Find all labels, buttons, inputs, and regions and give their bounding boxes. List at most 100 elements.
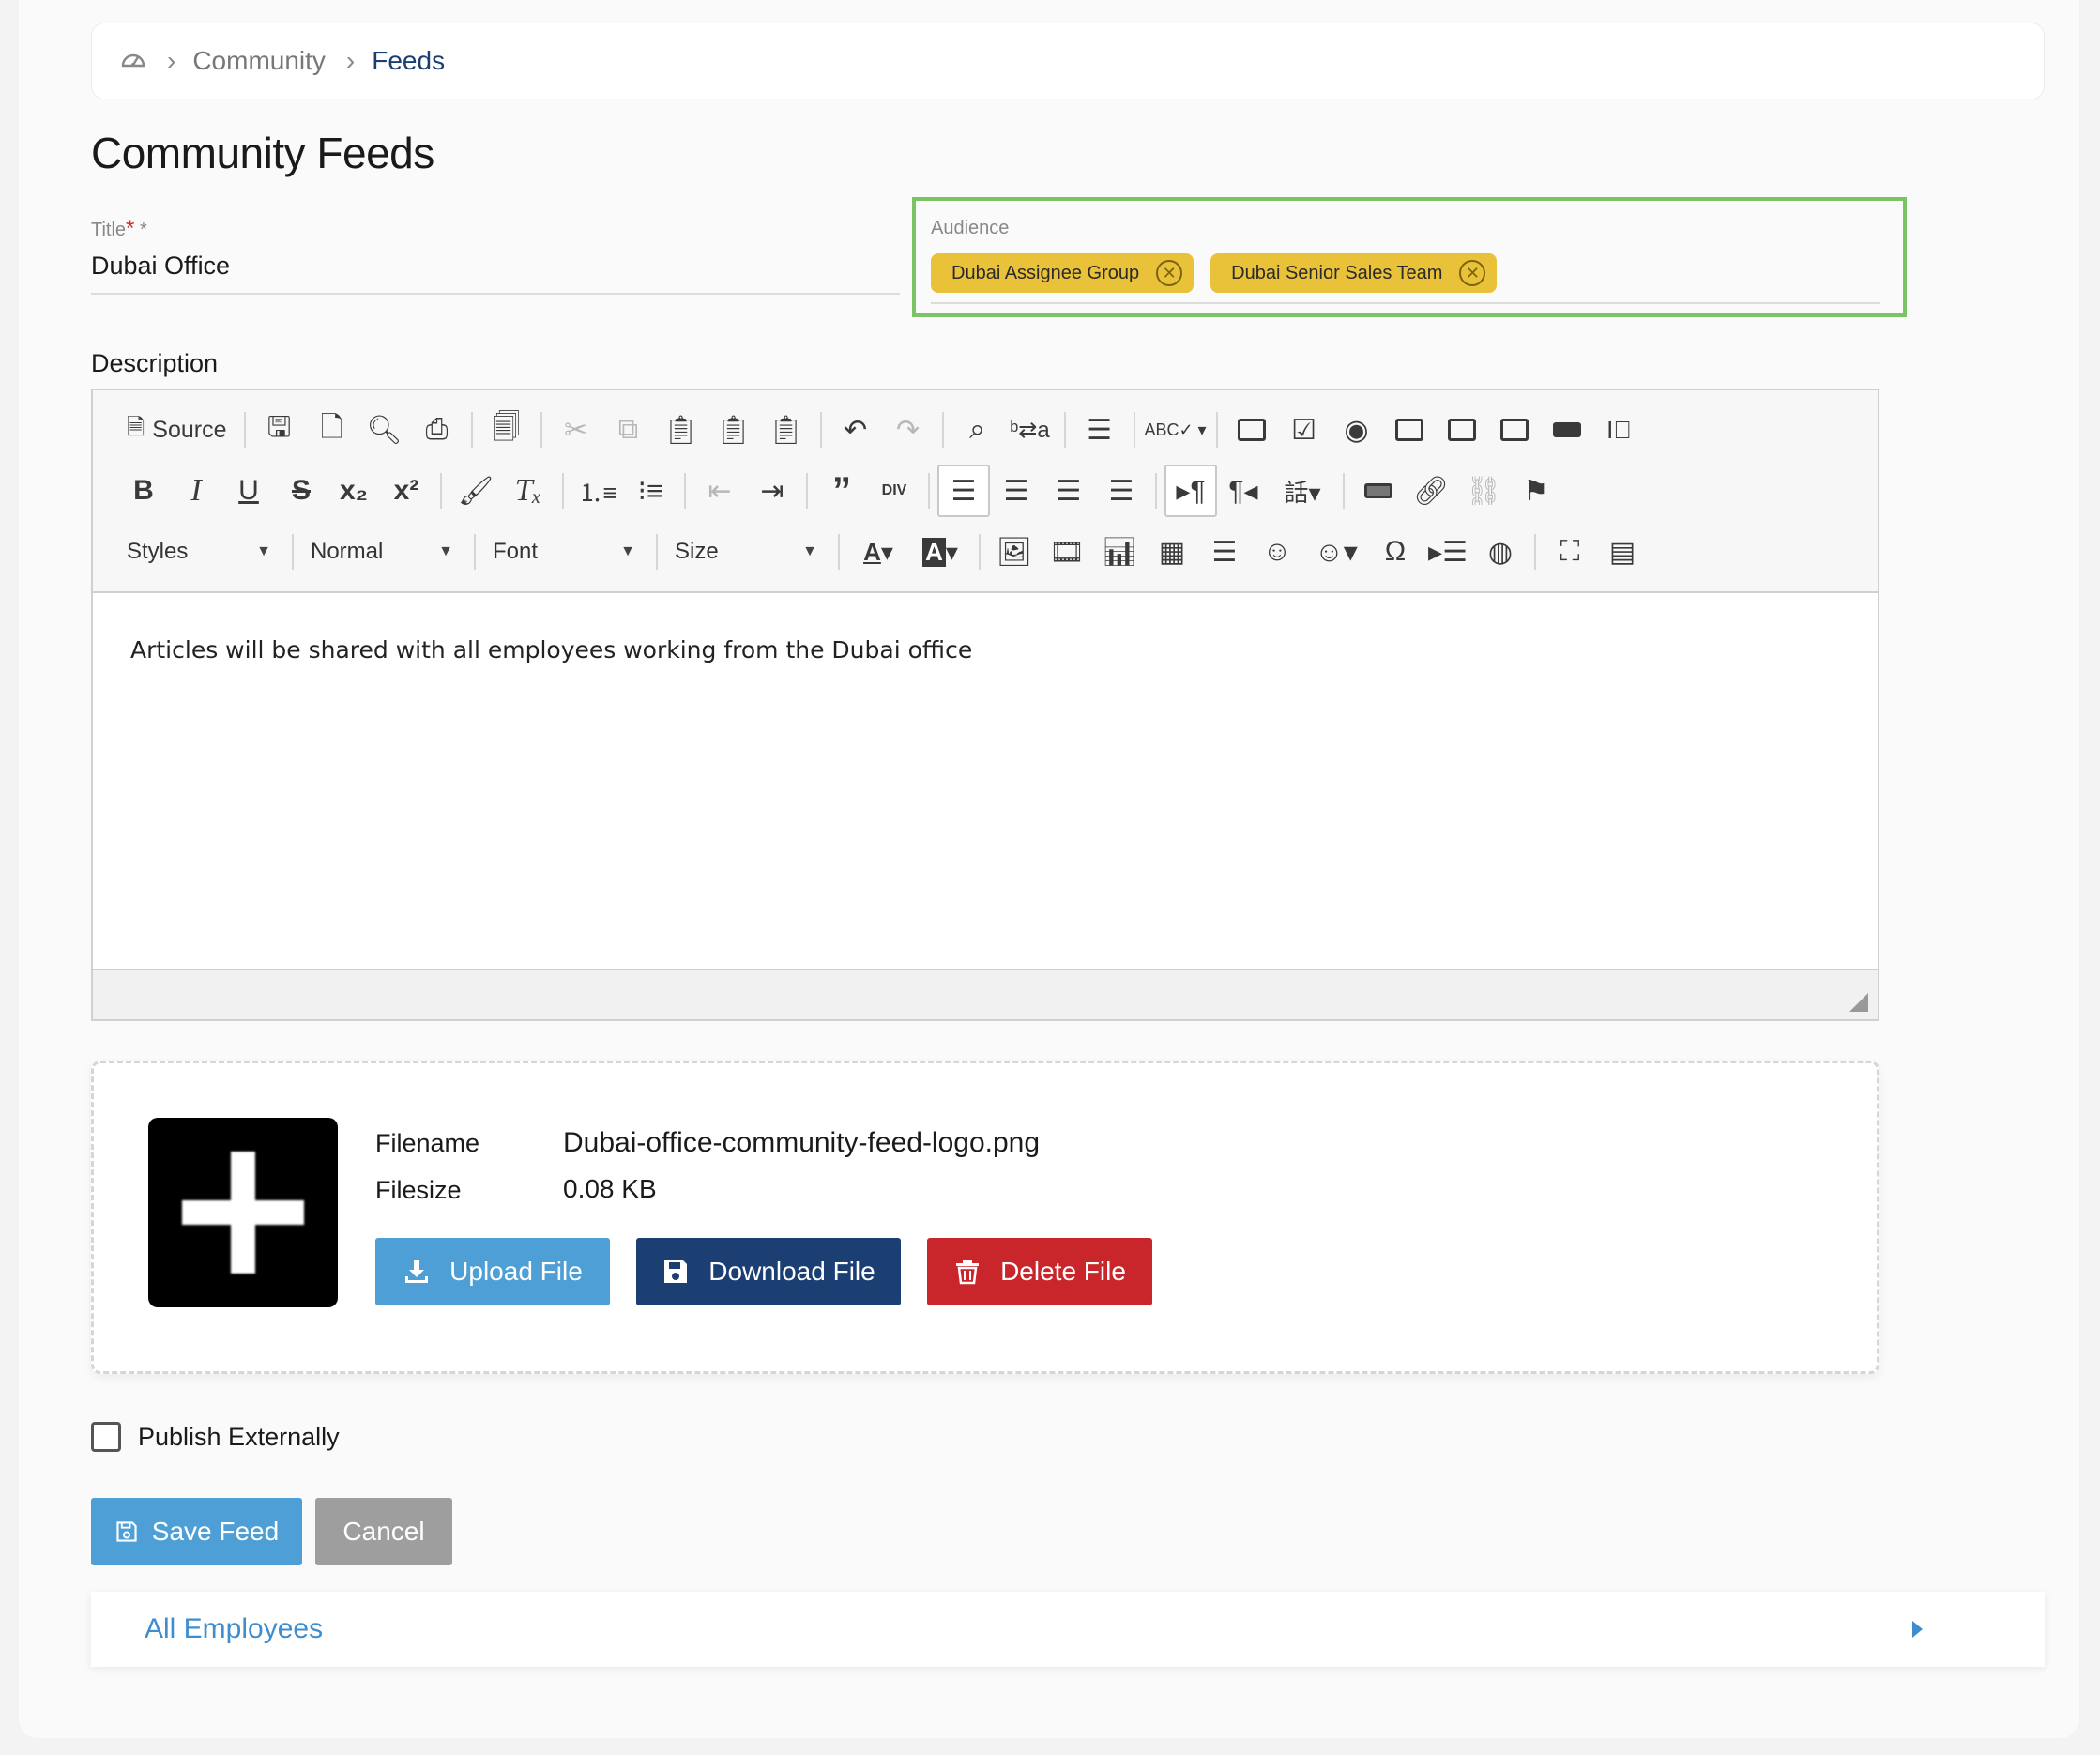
align-center-icon[interactable]: ☰ — [990, 465, 1042, 517]
audience-underline — [931, 302, 1880, 304]
print-icon[interactable]: ⎙ — [411, 404, 464, 456]
delete-file-button[interactable]: Delete File — [927, 1238, 1152, 1305]
title-input[interactable]: Dubai Office — [91, 252, 230, 281]
image-button-icon[interactable]: I⃫ — [1593, 404, 1646, 456]
redo-icon[interactable]: ↷ — [882, 404, 935, 456]
caret-down-icon: ▼ — [256, 543, 271, 559]
spellcheck-icon[interactable]: ABC✓ ▾ — [1143, 404, 1209, 456]
copy-format-icon[interactable]: 🖌︎ — [449, 465, 502, 517]
cut-icon[interactable]: ✂ — [550, 404, 602, 456]
language-icon[interactable]: 話▾ — [1270, 465, 1335, 517]
dashboard-icon[interactable] — [120, 49, 146, 74]
caret-down-icon: ▼ — [802, 543, 817, 559]
bold-icon[interactable]: B — [117, 465, 170, 517]
chevron-right-icon: › — [345, 46, 356, 75]
select-all-icon[interactable]: ☰ — [1073, 404, 1126, 456]
background-color-icon[interactable]: A ▾ — [909, 526, 971, 578]
align-left-icon[interactable]: ☰ — [937, 465, 990, 517]
link-icon[interactable]: 🔗︎ — [1405, 465, 1457, 517]
subscript-icon[interactable]: x₂ — [327, 465, 380, 517]
format-dropdown[interactable]: Normal ▼ — [301, 528, 466, 575]
blockquote-icon[interactable]: ” — [815, 465, 868, 517]
new-page-icon[interactable]: 🗋 — [306, 404, 358, 456]
page-title: Community Feeds — [91, 129, 434, 177]
smiley-icon[interactable]: ☺ — [1251, 526, 1303, 578]
iframe-icon[interactable]: ◍ — [1474, 526, 1527, 578]
preview-icon[interactable]: 🔍︎ — [358, 404, 411, 456]
publish-externally-label: Publish Externally — [138, 1422, 340, 1451]
audience-field[interactable]: Audience Dubai Assignee Group ✕ Dubai Se… — [912, 197, 1907, 317]
radio-icon[interactable]: ◉ — [1331, 404, 1383, 456]
indent-icon[interactable]: ⇥ — [746, 465, 799, 517]
editor-toolbar: 🗎 Source 🖫 🗋 🔍︎ ⎙ 🗐 ✂ ⧉ 📋︎ 📋︎ 📋︎ ↶ ↷ ⌕ ᵇ… — [93, 390, 1878, 593]
cancel-button[interactable]: Cancel — [315, 1498, 452, 1565]
horizontal-line-icon[interactable]: ☰ — [1198, 526, 1251, 578]
file-thumbnail — [148, 1118, 338, 1307]
size-dropdown[interactable]: Size ▼ — [665, 528, 830, 575]
source-button[interactable]: 🗎 Source — [117, 404, 236, 456]
form-icon[interactable] — [1225, 404, 1278, 456]
align-right-icon[interactable]: ☰ — [1042, 465, 1095, 517]
save-feed-button[interactable]: Save Feed — [91, 1498, 302, 1565]
special-char-icon[interactable]: Ω — [1369, 526, 1422, 578]
styles-dropdown[interactable]: Styles ▼ — [117, 528, 284, 575]
editor-content[interactable]: Articles will be shared with all employe… — [130, 636, 972, 664]
editor-footer — [93, 969, 1878, 1019]
justify-icon[interactable]: ☰ — [1095, 465, 1148, 517]
all-employees-accordion[interactable]: All Employees — [91, 1592, 2045, 1667]
publish-externally-checkbox[interactable] — [91, 1422, 121, 1452]
emoji-icon[interactable]: ☺▾ — [1303, 526, 1369, 578]
font-dropdown[interactable]: Font ▼ — [483, 528, 648, 575]
text-field-icon[interactable] — [1383, 404, 1436, 456]
remove-chip-icon[interactable]: ✕ — [1459, 260, 1486, 286]
source-icon: 🗎 — [127, 414, 145, 440]
flash-icon[interactable]: 🎞︎ — [1041, 526, 1093, 578]
paste-text-icon[interactable]: 📋︎ — [708, 404, 760, 456]
button-field-icon[interactable] — [1541, 404, 1593, 456]
upload-file-button[interactable]: Upload File — [375, 1238, 610, 1305]
save-icon[interactable]: 🖫 — [253, 404, 306, 456]
text-direction-rtl-icon[interactable]: ¶◂ — [1217, 465, 1270, 517]
page-break-icon[interactable]: ▸☰ — [1422, 526, 1474, 578]
templates-icon[interactable]: 🗐 — [480, 404, 533, 456]
image-icon[interactable]: 🖼︎ — [988, 526, 1041, 578]
publish-externally-option: Publish Externally — [91, 1422, 340, 1452]
save-icon — [116, 1521, 137, 1542]
filename-label: Filename — [375, 1129, 480, 1157]
div-container-icon[interactable]: DIV — [868, 465, 921, 517]
paste-icon[interactable]: 📋︎ — [655, 404, 708, 456]
replace-icon[interactable]: ᵇ⇄a — [1004, 404, 1057, 456]
chart-icon[interactable]: 📊︎ — [1093, 526, 1146, 578]
italic-icon[interactable]: I — [170, 465, 222, 517]
textarea-icon[interactable] — [1436, 404, 1488, 456]
remove-chip-icon[interactable]: ✕ — [1156, 260, 1183, 286]
superscript-icon[interactable]: x² — [380, 465, 433, 517]
download-file-button[interactable]: Download File — [636, 1238, 901, 1305]
bulleted-list-icon[interactable]: ⁝≡ — [624, 465, 677, 517]
underline-icon[interactable]: U — [222, 465, 275, 517]
undo-icon[interactable]: ↶ — [829, 404, 882, 456]
show-blocks-icon[interactable]: ▤ — [1596, 526, 1649, 578]
remove-format-icon[interactable]: Tₓ — [502, 465, 555, 517]
text-direction-ltr-icon[interactable]: ▸¶ — [1164, 465, 1217, 517]
maximize-icon[interactable]: ⛶ — [1544, 526, 1596, 578]
outdent-icon[interactable]: ⇤ — [693, 465, 746, 517]
strikethrough-icon[interactable]: S — [275, 465, 327, 517]
numbered-list-icon[interactable]: ⒈≡ — [571, 465, 624, 517]
paste-word-icon[interactable]: 📋︎ — [760, 404, 813, 456]
copy-icon[interactable]: ⧉ — [602, 404, 655, 456]
breadcrumb-community[interactable]: Community — [192, 46, 326, 76]
find-icon[interactable]: ⌕ — [951, 404, 1004, 456]
title-underline — [91, 293, 900, 295]
breadcrumb: › Community › Feeds — [91, 23, 2045, 99]
resize-handle-icon[interactable] — [1849, 993, 1868, 1012]
floppy-disk-icon — [664, 1260, 688, 1283]
caret-right-icon — [1912, 1621, 1923, 1638]
table-icon[interactable]: ▦ — [1146, 526, 1198, 578]
anchor-icon[interactable] — [1352, 465, 1405, 517]
flag-icon[interactable]: ⚑ — [1510, 465, 1562, 517]
checkbox-icon[interactable]: ☑ — [1278, 404, 1331, 456]
text-color-icon[interactable]: A ▾ — [847, 526, 909, 578]
unlink-icon[interactable]: ⛓ — [1457, 465, 1510, 517]
select-field-icon[interactable] — [1488, 404, 1541, 456]
